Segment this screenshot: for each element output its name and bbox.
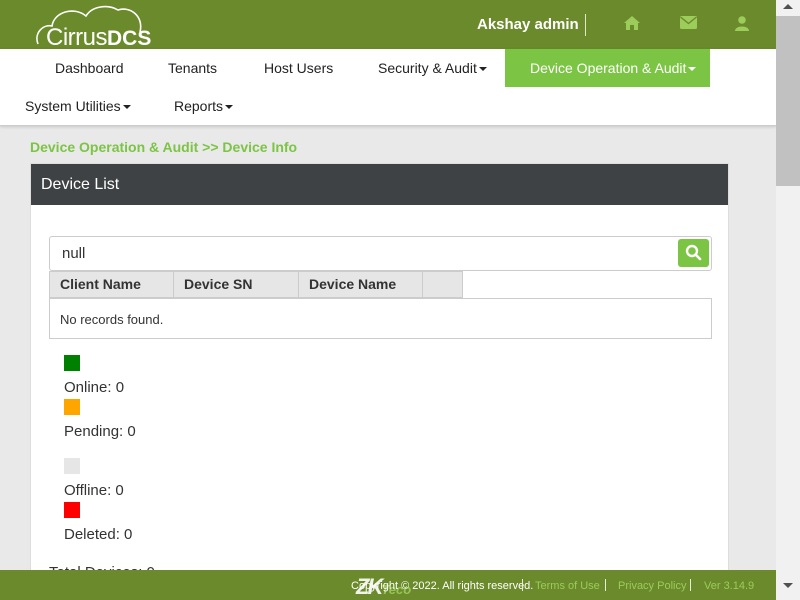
empty-message: No records found.: [60, 312, 164, 327]
scroll-thumb[interactable]: [776, 16, 800, 186]
legend-label-pending: Pending: 0: [64, 423, 136, 440]
footer-divider: [605, 579, 606, 591]
column-header-actions: [422, 271, 463, 298]
caret-down-icon: [225, 105, 234, 110]
column-header-client-name[interactable]: Client Name: [49, 271, 174, 298]
nav-reports[interactable]: Reports: [174, 87, 234, 125]
column-header-device-name[interactable]: Device Name: [298, 271, 423, 298]
cirrus-dcs-logo[interactable]: CirrusDCS: [34, 4, 151, 51]
version-label: Ver 3.14.9: [704, 580, 755, 592]
main-nav: Dashboard Tenants Host Users Security & …: [0, 49, 776, 126]
legend-label-offline: Offline: 0: [64, 482, 124, 499]
search-box: [49, 236, 712, 271]
nav-host-users[interactable]: Host Users: [264, 49, 333, 87]
footer: ZKTeco Copyright © 2022. All rights rese…: [0, 570, 776, 600]
legend-label-deleted: Deleted: 0: [64, 526, 133, 543]
header-divider: [585, 14, 586, 36]
vertical-scrollbar[interactable]: [776, 0, 800, 600]
envelope-icon[interactable]: [680, 16, 698, 32]
footer-divider: [690, 579, 691, 591]
caret-down-icon: [122, 105, 131, 110]
caret-down-icon: [688, 67, 697, 72]
terms-of-use-link[interactable]: Terms of Use: [535, 580, 600, 592]
footer-divider: [522, 579, 523, 591]
scroll-up-arrow-icon[interactable]: [783, 4, 793, 9]
nav-tenants[interactable]: Tenants: [168, 49, 217, 87]
search-button[interactable]: [678, 239, 709, 267]
scroll-down-arrow-icon[interactable]: [783, 583, 793, 588]
table-body: No records found.: [49, 298, 712, 339]
search-icon: [685, 244, 702, 261]
user-name[interactable]: Akshay admin: [477, 16, 579, 33]
column-header-device-sn[interactable]: Device SN: [173, 271, 299, 298]
device-table: Client Name Device SN Device Name No rec…: [49, 271, 712, 339]
panel-title: Device List: [31, 164, 728, 205]
legend-swatch-pending: [64, 399, 80, 415]
copyright-text: Copyright © 2022. All rights reserved.: [351, 580, 534, 592]
privacy-policy-link[interactable]: Privacy Policy: [618, 580, 686, 592]
logo-text: CirrusDCS: [46, 24, 152, 51]
nav-dashboard[interactable]: Dashboard: [55, 49, 124, 87]
home-icon[interactable]: [624, 16, 642, 32]
legend-label-online: Online: 0: [64, 379, 125, 396]
nav-device-operation-audit[interactable]: Device Operation & Audit: [505, 49, 710, 87]
top-bar: CirrusDCS Akshay admin: [0, 0, 776, 51]
caret-down-icon: [478, 67, 487, 72]
legend-swatch-offline: [64, 458, 80, 474]
search-input[interactable]: [50, 237, 675, 270]
legend-swatch-deleted: [64, 502, 80, 518]
nav-security-audit[interactable]: Security & Audit: [378, 49, 487, 87]
nav-system-utilities[interactable]: System Utilities: [25, 87, 131, 125]
device-list-panel: Device List Client Name Device SN Device…: [30, 163, 729, 583]
legend-swatch-online: [64, 355, 80, 371]
breadcrumb: Device Operation & Audit >> Device Info: [30, 139, 298, 155]
user-icon[interactable]: [735, 16, 753, 32]
